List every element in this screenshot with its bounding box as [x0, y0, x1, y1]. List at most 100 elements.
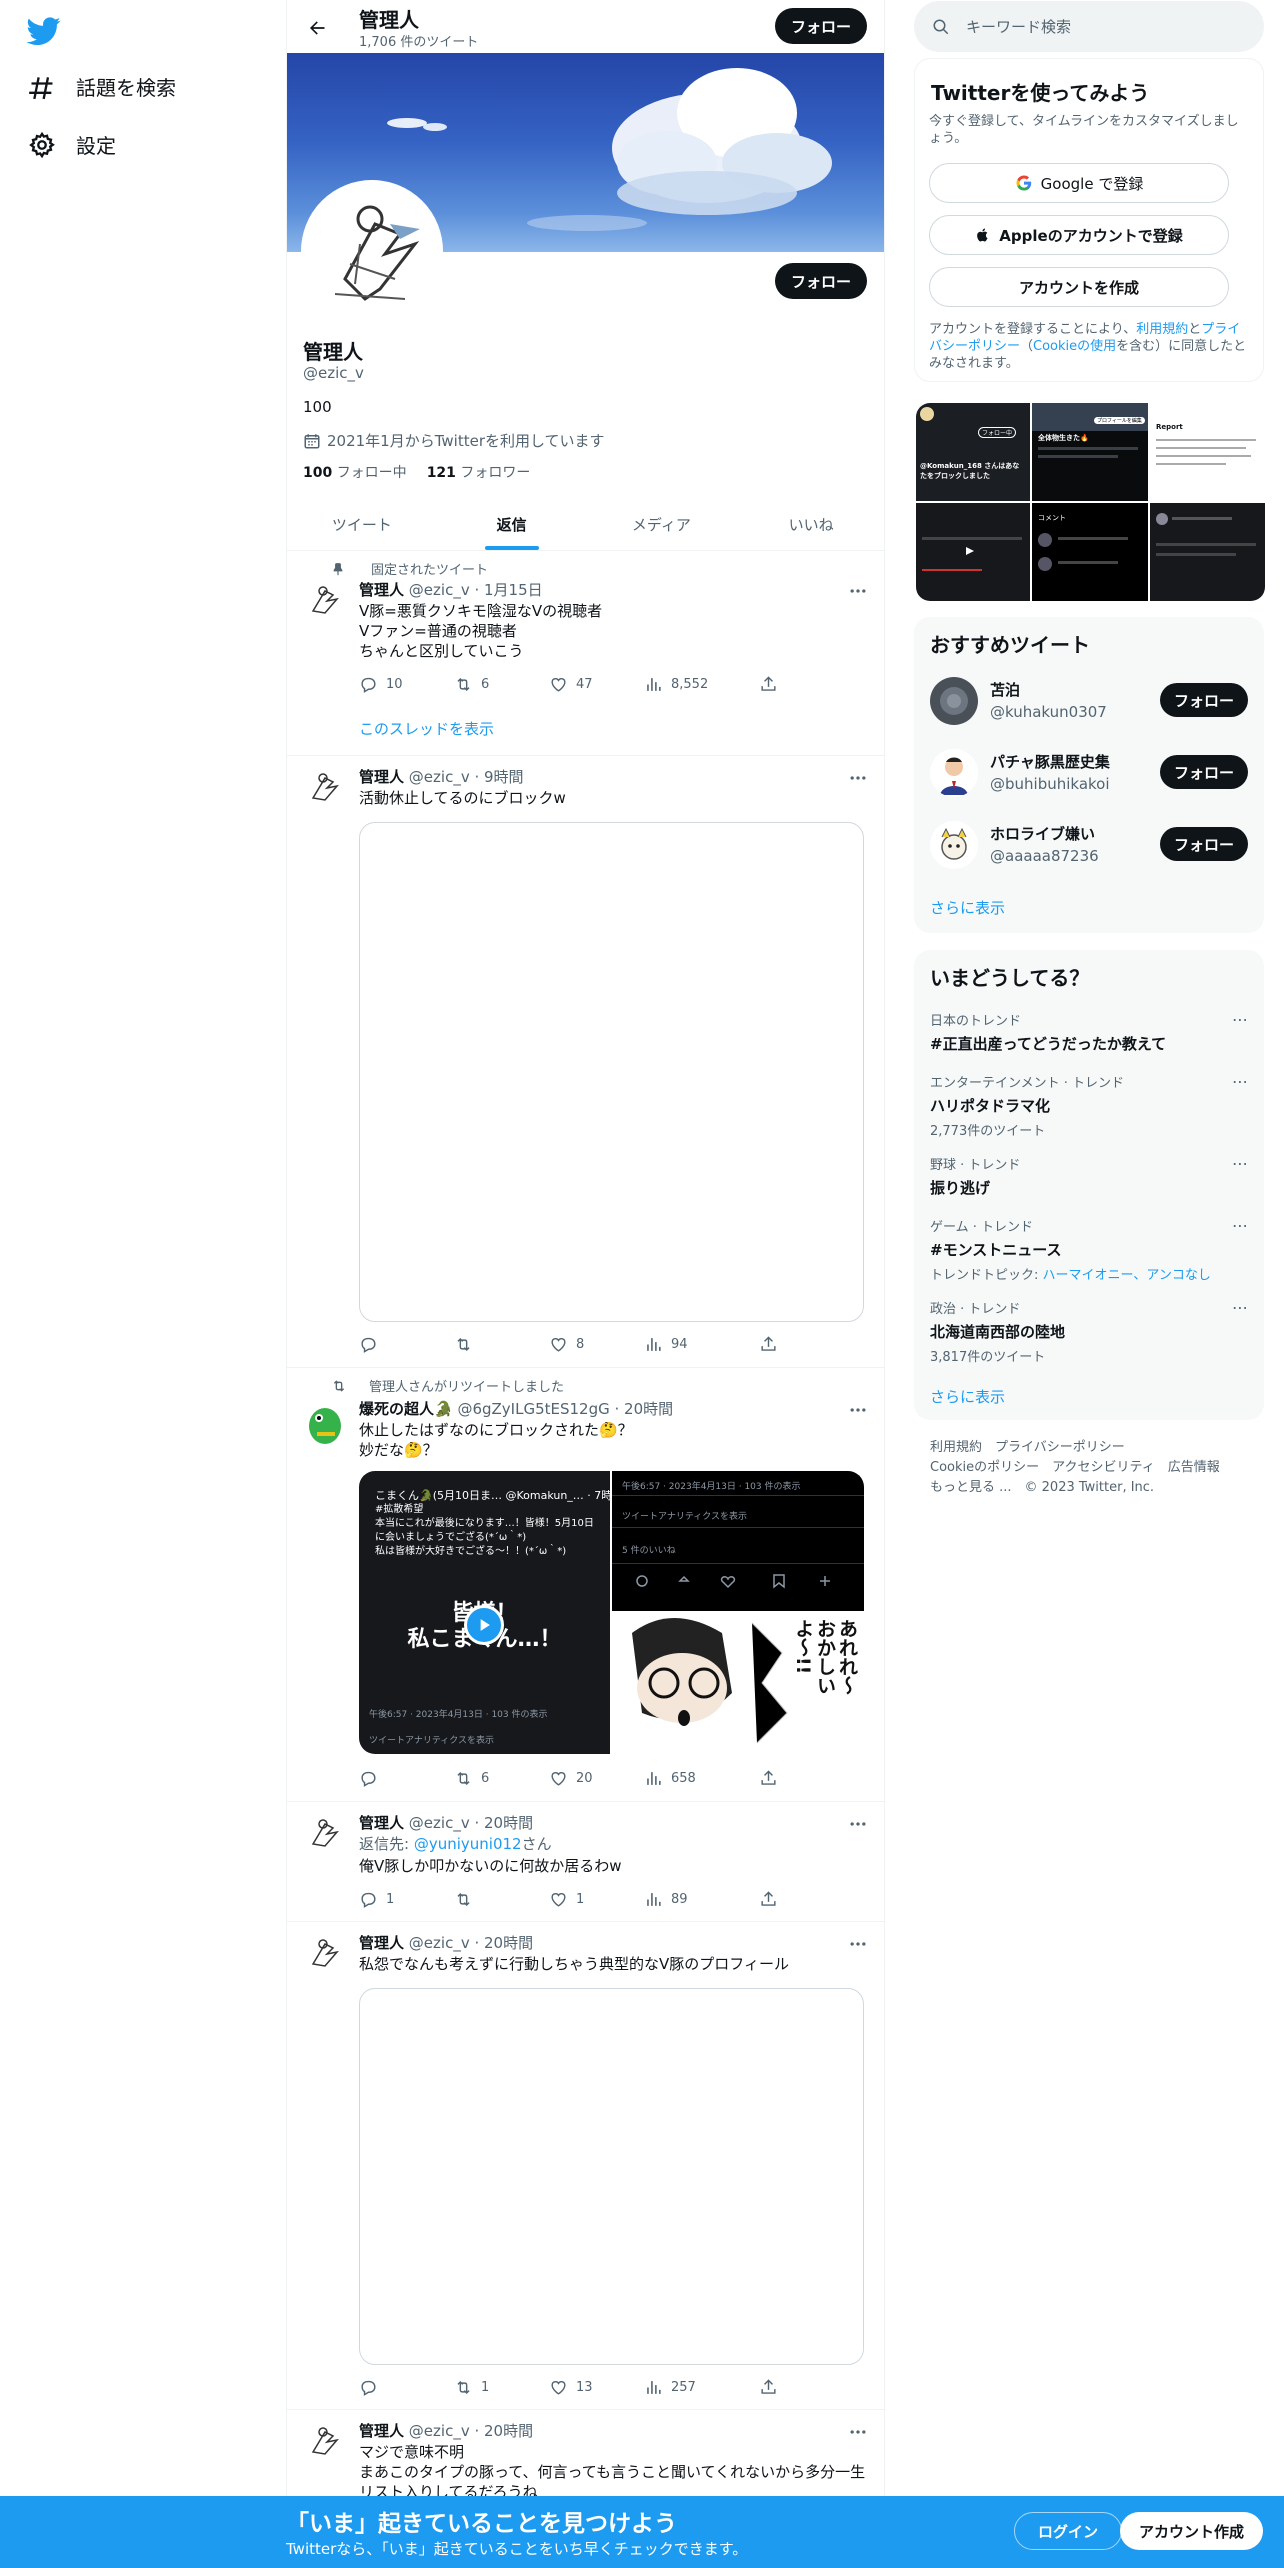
media-image-1[interactable]: こまくん🐊(5月10日ま… @Komakun_… · 7時間 #拡散希望 本当に… [359, 1471, 610, 1754]
login-button[interactable]: ログイン [1014, 2512, 1122, 2550]
author-name[interactable]: 管理人 [359, 768, 404, 786]
like-button[interactable]: 13 [549, 2378, 593, 2397]
views-button[interactable]: 94 [644, 1335, 688, 1354]
views-button[interactable]: 658 [644, 1769, 696, 1788]
profile-avatar[interactable] [301, 180, 443, 322]
retweet-button[interactable] [454, 1890, 481, 1909]
more-icon[interactable] [848, 768, 868, 788]
media-thumb[interactable] [1150, 503, 1265, 601]
avatar[interactable] [303, 1814, 343, 1854]
retweet-button[interactable] [454, 1335, 481, 1354]
tab-media[interactable]: メディア [587, 498, 737, 550]
apple-signup-button[interactable]: Appleのアカウントで登録 [929, 215, 1229, 255]
tab-replies[interactable]: 返信 [437, 498, 587, 550]
media-thumb[interactable]: 全体物生きた🔥 プロフィールを編集 [1032, 403, 1148, 501]
like-button[interactable]: 47 [549, 675, 593, 694]
share-button[interactable] [759, 1769, 778, 1788]
more-icon[interactable]: ⋯ [1232, 1216, 1248, 1235]
avatar[interactable] [930, 749, 978, 797]
author-name[interactable]: 爆死の超人🐊 [359, 1400, 453, 1418]
reply-button[interactable] [359, 1335, 386, 1354]
profile-follow-button[interactable]: フォロー [775, 263, 867, 299]
google-signup-button[interactable]: Google で登録 [929, 163, 1229, 203]
media-thumb[interactable]: フォロー中 @Komakun_168 さんはあなたをブロックしました [916, 403, 1030, 501]
media-thumb[interactable]: コメント [1032, 503, 1148, 601]
follow-button[interactable]: フォロー [1160, 683, 1248, 717]
author-name[interactable]: 管理人 [359, 1814, 404, 1832]
avatar[interactable] [930, 677, 978, 725]
nav-explore[interactable]: 話題を検索 [28, 72, 176, 101]
tab-tweets[interactable]: ツイート [287, 498, 437, 550]
more-icon[interactable] [848, 1934, 868, 1954]
reply-button[interactable] [359, 2378, 386, 2397]
tweet-media[interactable] [359, 822, 864, 1322]
search-box[interactable]: キーワード検索 [914, 1, 1264, 52]
retweet-button[interactable]: 6 [454, 675, 489, 694]
search-input[interactable]: キーワード検索 [966, 16, 1071, 37]
more-icon[interactable] [848, 1814, 868, 1834]
tweet-retweeted[interactable]: 管理人さんがリツイートしました 爆死の超人🐊 @6gZyILG5tES12gG … [287, 1368, 884, 1802]
follow-button[interactable]: フォロー [1160, 827, 1248, 861]
media-thumb[interactable]: Report [1150, 403, 1265, 501]
create-account-button[interactable]: アカウントを作成 [929, 267, 1229, 307]
show-thread-link[interactable]: このスレッドを表示 [359, 719, 869, 739]
more-icon[interactable] [848, 1400, 868, 1420]
reply-button[interactable]: 10 [359, 675, 403, 694]
author-name[interactable]: 管理人 [359, 1934, 404, 1952]
play-icon[interactable] [464, 1605, 504, 1645]
like-button[interactable]: 20 [549, 1769, 593, 1788]
more-icon[interactable] [848, 2422, 868, 2442]
twitter-logo-icon[interactable] [27, 14, 61, 48]
tweet-reply[interactable]: 管理人 @ezic_v · 20時間 返信先: @yuniyuni012さん 俺… [287, 1802, 884, 1922]
trend-item[interactable]: エンターテインメント · トレンド ハリポタドラマ化 2,773件のツイート ⋯ [930, 1072, 1248, 1139]
recommended-user[interactable]: 苫泊 @kuhakun0307 フォロー [930, 673, 1248, 729]
trend-item[interactable]: 政治 · トレンド 北海道南西部の陸地 3,817件のツイート ⋯ [930, 1298, 1248, 1365]
more-icon[interactable] [848, 581, 868, 601]
trend-item[interactable]: 日本のトレンド #正直出産ってどうだったか教えて ⋯ [930, 1010, 1248, 1054]
avatar[interactable] [301, 1400, 349, 1448]
media-image-2[interactable]: 午後6:57 · 2023年4月13日 · 103 件の表示 ツイートアナリティ… [612, 1471, 864, 1611]
header-follow-button[interactable]: フォロー [775, 8, 867, 44]
share-button[interactable] [759, 675, 778, 694]
more-icon[interactable]: ⋯ [1232, 1010, 1248, 1029]
back-arrow-icon[interactable] [301, 12, 333, 44]
recommended-user[interactable]: パチャ豚黒歴史集 @buhibuhikakoi フォロー [930, 745, 1248, 801]
trends-show-more[interactable]: さらに表示 [930, 1386, 1005, 1407]
like-button[interactable]: 8 [549, 1335, 584, 1354]
tab-likes[interactable]: いいね [736, 498, 884, 550]
tweet-media-grid[interactable]: こまくん🐊(5月10日ま… @Komakun_… · 7時間 #拡散希望 本当に… [359, 1471, 864, 1754]
footer-line-3[interactable]: もっと見る ... © 2023 Twitter, Inc. [930, 1478, 1220, 1498]
cookie-link[interactable]: Cookieの使用 [1033, 339, 1116, 354]
more-icon[interactable]: ⋯ [1232, 1072, 1248, 1091]
signup-button[interactable]: アカウント作成 [1120, 2512, 1263, 2550]
media-image-3[interactable]: あれれ〜 おかしい よ〜!! [612, 1613, 864, 1754]
nav-settings[interactable]: 設定 [28, 130, 116, 159]
avatar[interactable] [303, 581, 343, 621]
avatar[interactable] [303, 768, 343, 808]
avatar[interactable] [930, 821, 978, 869]
views-button[interactable]: 8,552 [644, 675, 708, 694]
like-button[interactable]: 1 [549, 1890, 584, 1909]
tweet[interactable]: 管理人 @ezic_v · 20時間 私怨でなんも考えずに行動しちゃう典型的なV… [287, 1922, 884, 2410]
views-button[interactable]: 89 [644, 1890, 688, 1909]
following-link[interactable]: 100 フォロー中 [303, 462, 407, 482]
retweet-button[interactable]: 1 [454, 2378, 489, 2397]
more-icon[interactable]: ⋯ [1232, 1298, 1248, 1317]
author-name[interactable]: 管理人 [359, 2422, 404, 2440]
trend-item[interactable]: 野球 · トレンド 振り逃げ ⋯ [930, 1154, 1248, 1198]
media-thumb[interactable] [916, 503, 1030, 601]
more-icon[interactable]: ⋯ [1232, 1154, 1248, 1173]
follow-button[interactable]: フォロー [1160, 755, 1248, 789]
avatar[interactable] [303, 1934, 343, 1974]
author-name[interactable]: 管理人 [359, 581, 404, 599]
footer-line-1[interactable]: 利用規約 プライバシーポリシー [930, 1438, 1220, 1458]
recommended-show-more[interactable]: さらに表示 [930, 897, 1005, 918]
trend-topic-link[interactable]: ハーマイオニー、アンコなし [1043, 1268, 1211, 1283]
avatar[interactable] [303, 2422, 343, 2462]
retweet-button[interactable]: 6 [454, 1769, 489, 1788]
terms-link[interactable]: 利用規約 [1136, 322, 1188, 337]
followers-link[interactable]: 121 フォロワー [427, 462, 531, 482]
views-button[interactable]: 257 [644, 2378, 696, 2397]
reply-to-link[interactable]: @yuniyuni012 [414, 1835, 522, 1853]
tweet[interactable]: 管理人 @ezic_v · 9時間 活動休止してるのにブロックw 8 94 [287, 756, 884, 1368]
